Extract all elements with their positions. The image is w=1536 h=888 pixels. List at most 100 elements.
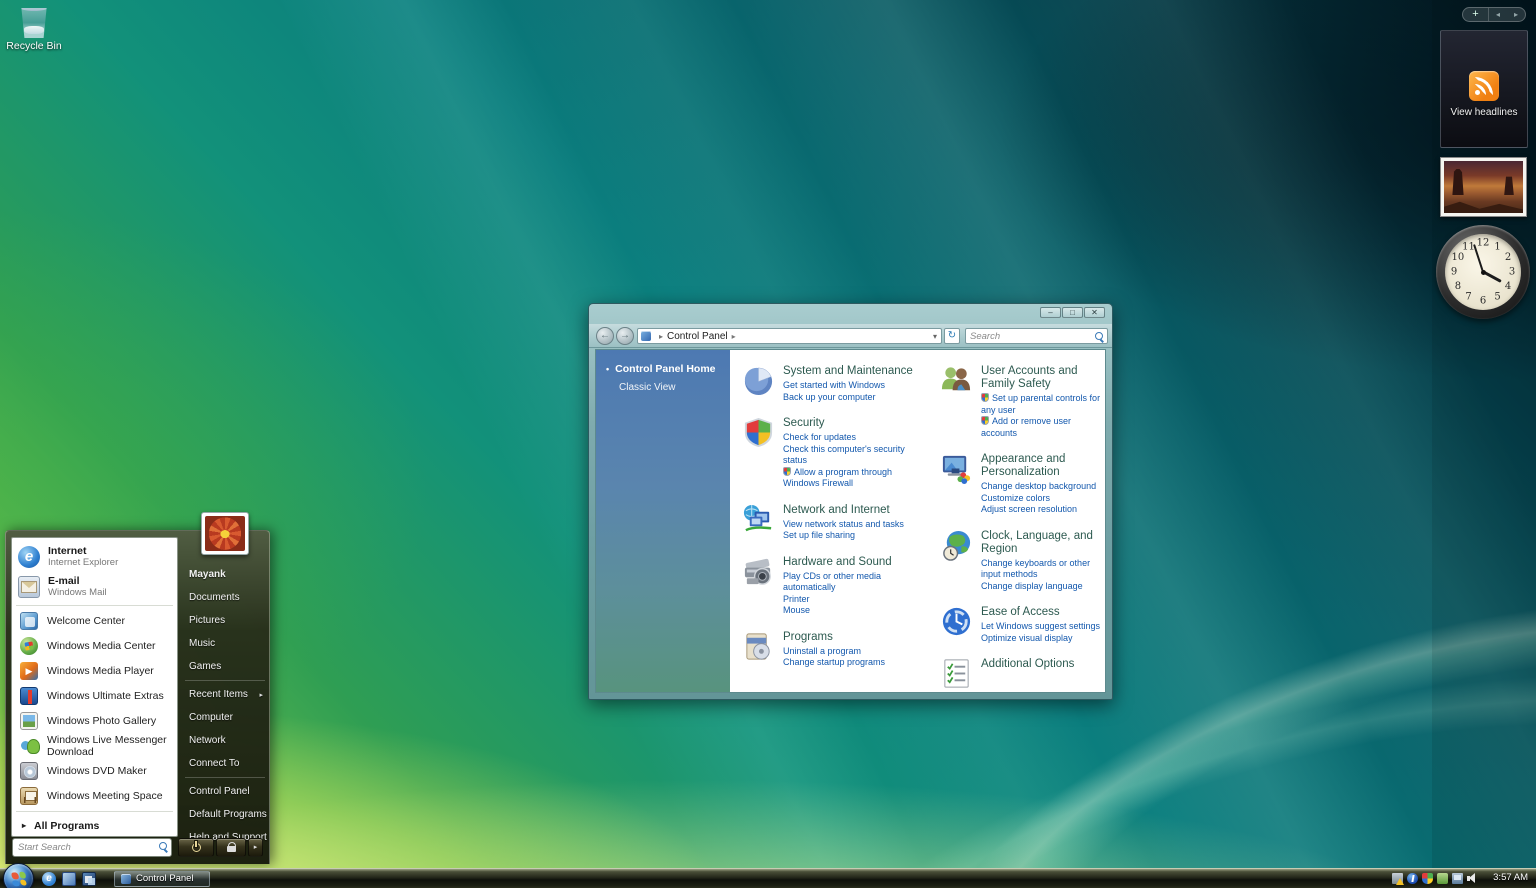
category-title[interactable]: Ease of Access — [981, 606, 1100, 619]
back-button[interactable]: ← — [596, 327, 614, 345]
window-search-input[interactable] — [970, 329, 1088, 343]
category-link[interactable]: Back up your computer — [783, 392, 913, 404]
taskbar-button-control-panel[interactable]: Control Panel — [114, 871, 210, 887]
start-menu-item-music[interactable]: Music — [183, 632, 267, 655]
start-menu-item-computer[interactable]: Computer — [183, 706, 267, 729]
category-title[interactable]: Programs — [783, 631, 885, 644]
category-link[interactable]: Check for updates — [783, 432, 930, 444]
category-title[interactable]: System and Maintenance — [783, 365, 913, 378]
start-menu-item-photo-gallery[interactable]: Windows Photo Gallery — [12, 708, 177, 733]
start-menu-item-media-center[interactable]: Windows Media Center — [12, 634, 177, 659]
category-title[interactable]: Additional Options — [981, 658, 1074, 671]
start-menu-item-meeting-space[interactable]: Windows Meeting Space — [12, 783, 177, 808]
breadcrumb-root-arrow-icon[interactable]: ▸ — [659, 332, 663, 341]
start-menu-item-live-messenger[interactable]: Windows Live Messenger Download — [12, 733, 177, 758]
category-title[interactable]: Security — [783, 417, 930, 430]
category-link[interactable]: Let Windows suggest settings — [981, 621, 1100, 633]
quick-launch-ie-icon[interactable]: e — [42, 872, 56, 886]
category-additional-options[interactable]: Additional Options — [940, 657, 1106, 690]
start-menu-item-welcome-center[interactable]: Welcome Center — [12, 609, 177, 634]
category-link[interactable]: Play CDs or other media automatically — [783, 571, 930, 594]
category-link[interactable]: Change keyboards or other input methods — [981, 558, 1106, 581]
nav-control-panel-home[interactable]: •Control Panel Home — [606, 363, 722, 375]
start-menu-item-pictures[interactable]: Pictures — [183, 609, 267, 632]
clock-gadget[interactable]: 12 1 2 3 4 5 6 7 8 9 10 11 — [1436, 225, 1530, 319]
category-appearance[interactable]: Appearance and Personalization Change de… — [940, 452, 1106, 516]
category-link[interactable]: Change startup programs — [783, 657, 885, 669]
category-link[interactable]: Check this computer's security status — [783, 444, 930, 467]
category-security[interactable]: Security Check for updates Check this co… — [742, 416, 930, 490]
security-center-icon[interactable] — [1422, 873, 1433, 884]
gadget-next-icon[interactable]: ▸ — [1507, 8, 1525, 21]
display-warning-icon[interactable] — [1392, 873, 1403, 884]
category-title[interactable]: Clock, Language, and Region — [981, 530, 1106, 556]
category-link[interactable]: Adjust screen resolution — [981, 504, 1106, 516]
category-link-with-shield[interactable]: Allow a program through Windows Firewall — [783, 467, 930, 490]
start-menu-item-games[interactable]: Games — [183, 655, 267, 678]
switch-windows-icon[interactable] — [82, 872, 96, 886]
sidebar-controls[interactable]: + ◂ ▸ — [1462, 7, 1526, 22]
show-desktop-icon[interactable] — [62, 872, 76, 886]
search-icon[interactable] — [1095, 332, 1104, 341]
taskbar-clock[interactable]: 3:57 AM — [1493, 868, 1528, 888]
category-link[interactable]: Mouse — [783, 605, 930, 617]
nav-classic-view[interactable]: Classic View — [619, 382, 722, 393]
power-button[interactable] — [178, 838, 214, 857]
start-menu-item-internet[interactable]: e InternetInternet Explorer — [12, 542, 177, 572]
category-link[interactable]: Get started with Windows — [783, 380, 913, 392]
category-ease-of-access[interactable]: Ease of Access Let Windows suggest setti… — [940, 605, 1106, 644]
category-link-with-shield[interactable]: Add or remove user accounts — [981, 416, 1106, 439]
category-title[interactable]: User Accounts and Family Safety — [981, 365, 1106, 391]
start-menu-item-recent-items[interactable]: Recent Items▸ — [183, 683, 267, 706]
start-menu-item-media-player[interactable]: ▶Windows Media Player — [12, 659, 177, 684]
category-network-internet[interactable]: Network and Internet View network status… — [742, 503, 930, 542]
all-programs-button[interactable]: ▸ All Programs — [12, 815, 177, 836]
recycle-bin-icon[interactable] — [19, 4, 49, 38]
category-link[interactable]: Printer — [783, 594, 930, 606]
bluetooth-icon[interactable] — [1407, 873, 1418, 884]
category-link[interactable]: Uninstall a program — [783, 646, 885, 658]
category-link[interactable]: Optimize visual display — [981, 633, 1100, 645]
category-link[interactable]: Change desktop background — [981, 481, 1106, 493]
breadcrumb-trail-arrow-icon[interactable]: ▸ — [732, 332, 736, 341]
category-title[interactable]: Network and Internet — [783, 504, 904, 517]
category-title[interactable]: Appearance and Personalization — [981, 453, 1106, 479]
network-icon[interactable] — [1452, 873, 1463, 884]
start-menu-item-email[interactable]: E-mailWindows Mail — [12, 572, 177, 602]
category-hardware-sound[interactable]: Hardware and Sound Play CDs or other med… — [742, 555, 930, 617]
start-search-icon[interactable] — [159, 842, 168, 851]
close-button[interactable]: ✕ — [1084, 307, 1105, 318]
start-menu-item-network[interactable]: Network — [183, 729, 267, 752]
breadcrumb-location[interactable]: Control Panel — [667, 331, 728, 342]
add-gadget-icon[interactable]: + — [1463, 8, 1489, 21]
gadget-prev-icon[interactable]: ◂ — [1489, 8, 1507, 21]
address-bar[interactable]: ▸ Control Panel ▸ ▾ — [637, 328, 942, 344]
start-menu-item-connect-to[interactable]: Connect To — [183, 752, 267, 775]
lock-button[interactable] — [216, 838, 246, 857]
start-search-box[interactable] — [12, 838, 172, 857]
window-titlebar[interactable]: – □ ✕ — [589, 304, 1112, 324]
forward-button[interactable]: → — [616, 327, 634, 345]
defender-icon[interactable] — [1437, 873, 1448, 884]
category-clock-language-region[interactable]: Clock, Language, and Region Change keybo… — [940, 529, 1106, 593]
category-user-accounts[interactable]: User Accounts and Family Safety Set up p… — [940, 364, 1106, 439]
start-button[interactable] — [3, 863, 34, 888]
refresh-button[interactable]: ↻ — [944, 328, 960, 344]
start-menu-item-default-programs[interactable]: Default Programs — [183, 803, 267, 826]
start-menu-item-ultimate-extras[interactable]: Windows Ultimate Extras — [12, 684, 177, 709]
category-link[interactable]: View network status and tasks — [783, 519, 904, 531]
shutdown-options-button[interactable]: ▸ — [248, 838, 263, 857]
start-menu-item-documents[interactable]: Documents — [183, 586, 267, 609]
feed-headlines-gadget[interactable]: View headlines — [1440, 30, 1528, 148]
category-system-maintenance[interactable]: System and Maintenance Get started with … — [742, 364, 930, 403]
address-dropdown-icon[interactable]: ▾ — [933, 332, 937, 341]
category-programs[interactable]: Programs Uninstall a program Change star… — [742, 630, 930, 669]
maximize-button[interactable]: □ — [1062, 307, 1083, 318]
start-menu-item-user[interactable]: Mayank — [183, 563, 267, 586]
start-search-input[interactable] — [18, 840, 150, 855]
minimize-button[interactable]: – — [1040, 307, 1061, 318]
category-link[interactable]: Customize colors — [981, 493, 1106, 505]
category-link[interactable]: Change display language — [981, 581, 1106, 593]
category-link-with-shield[interactable]: Set up parental controls for any user — [981, 393, 1106, 416]
category-link[interactable]: Set up file sharing — [783, 530, 904, 542]
